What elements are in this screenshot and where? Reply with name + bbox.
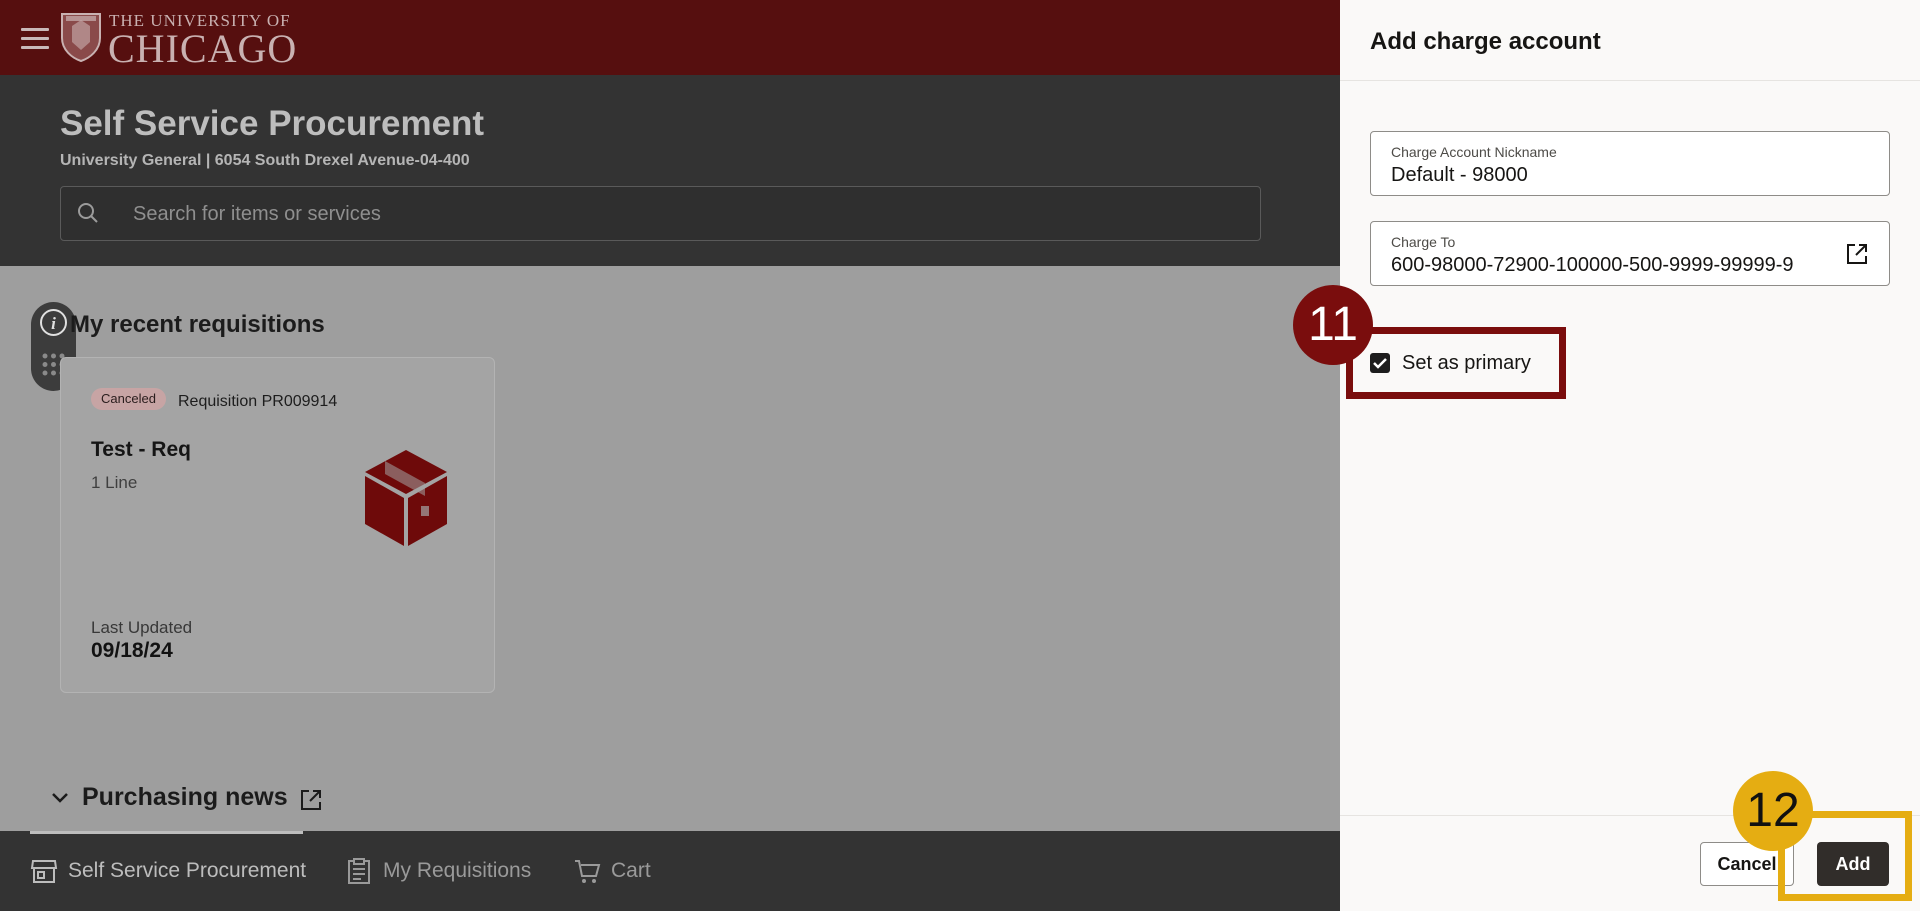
nickname-label: Charge Account Nickname <box>1391 144 1557 160</box>
package-box-icon <box>365 450 447 546</box>
store-icon <box>30 860 58 883</box>
cart-icon <box>575 860 601 883</box>
callout-highlight-primary <box>1346 327 1566 399</box>
search-box[interactable] <box>60 186 1261 242</box>
panel-title: Add charge account <box>1370 28 1601 55</box>
status-badge: Canceled <box>91 388 166 410</box>
add-charge-account-panel: Add charge account Charge Account Nickna… <box>1340 0 1920 911</box>
svg-text:i: i <box>51 314 56 333</box>
recent-requisitions-heading: My recent requisitions <box>70 311 325 338</box>
active-tab-indicator <box>30 831 303 834</box>
charge-to-label: Charge To <box>1391 234 1456 250</box>
nav-label-self-service: Self Service Procurement <box>68 859 307 882</box>
brand-bar: THE UNIVERSITY OF CHICAGO <box>0 0 1340 75</box>
panel-divider <box>1340 80 1920 81</box>
university-crest-icon <box>61 13 101 62</box>
nav-self-service-procurement[interactable]: Self Service Procurement <box>30 855 306 887</box>
requisition-card[interactable]: Canceled Requisition PR009914 Test - Req… <box>60 357 495 693</box>
charge-to-field[interactable]: Charge To 600-98000-72900-100000-500-999… <box>1370 221 1890 286</box>
last-updated-label: Last Updated <box>91 618 193 637</box>
last-updated-date: 09/18/24 <box>91 639 173 662</box>
requisition-title: Test - Req <box>91 438 191 461</box>
bottom-navigation: Self Service Procurement My Requisitions… <box>0 831 1340 911</box>
callout-step-11: 11 <box>1293 285 1373 365</box>
charge-to-value[interactable]: 600-98000-72900-100000-500-9999-99999-9 <box>1391 254 1831 277</box>
nav-cart[interactable]: Cart <box>573 855 651 887</box>
university-name-line2: CHICAGO <box>108 26 298 71</box>
charge-account-nickname-field[interactable]: Charge Account Nickname Default - 98000 <box>1370 131 1890 196</box>
requisition-number: Requisition PR009914 <box>178 393 338 410</box>
nav-my-requisitions[interactable]: My Requisitions <box>345 855 531 887</box>
search-icon <box>78 203 98 223</box>
callout-step-12: 12 <box>1733 771 1813 851</box>
hamburger-menu-icon[interactable] <box>21 28 49 50</box>
clipboard-icon <box>348 858 370 884</box>
nav-label-cart: Cart <box>611 859 651 882</box>
search-input[interactable] <box>131 187 1235 242</box>
external-link-icon[interactable] <box>1845 242 1869 266</box>
requisition-line-count: 1 Line <box>91 473 138 492</box>
chevron-down-icon[interactable] <box>50 791 70 805</box>
nickname-value[interactable]: Default - 98000 <box>1391 164 1831 187</box>
purchasing-news-title: Purchasing news <box>82 783 288 811</box>
info-icon[interactable]: i <box>39 308 68 337</box>
location-subtitle: University General | 6054 South Drexel A… <box>60 152 470 169</box>
external-link-icon[interactable] <box>299 788 323 812</box>
nav-label-my-requisitions: My Requisitions <box>383 859 532 882</box>
page-title: Self Service Procurement <box>60 104 485 143</box>
